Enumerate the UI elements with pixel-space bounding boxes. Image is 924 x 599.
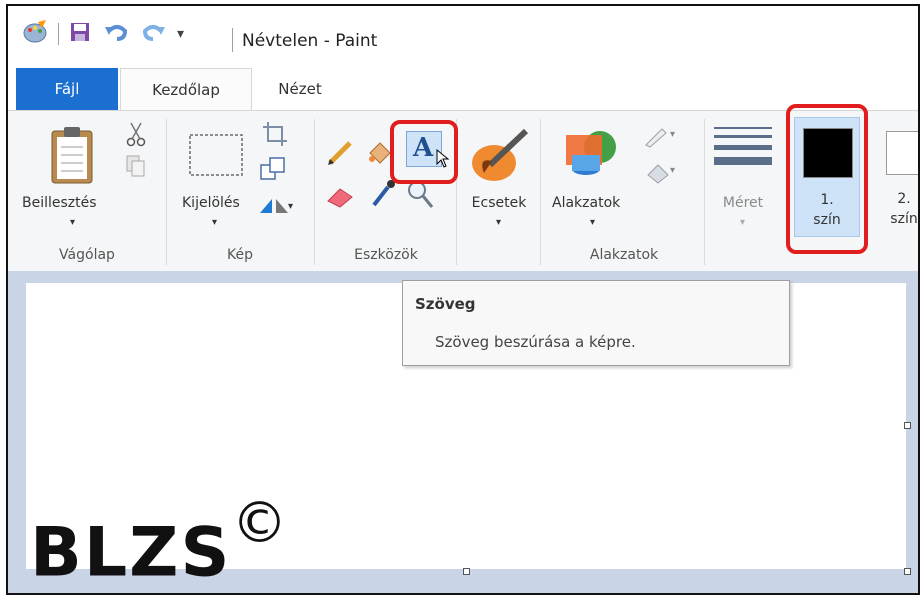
shapes-label: Alakzatok [552,195,621,211]
tooltip-title: Szöveg [415,295,476,313]
highlight-text-tool [390,120,458,184]
color2-label-word: szín [890,211,918,227]
group-separator [314,119,315,265]
resize-handle-corner[interactable] [904,568,911,575]
shapes-icon [560,125,622,191]
group-label-shapes: Alakzatok [589,247,659,263]
group-label-clipboard: Vágólap [59,247,115,263]
save-icon[interactable] [69,21,91,47]
select-button[interactable]: Kijelölés ▾ [172,119,262,237]
magnifier-icon[interactable] [406,179,434,213]
copyright-symbol: © [231,491,290,556]
outline-icon[interactable]: ▾ [644,125,680,153]
paste-dropdown-icon: ▾ [70,217,76,228]
size-label: Méret [722,195,764,211]
select-dropdown-icon: ▾ [212,217,218,228]
resize-handle-bottom[interactable] [463,568,470,575]
copy-icon[interactable] [126,155,146,181]
title-separator [232,28,233,52]
brushes-label: Ecsetek [471,195,527,211]
resize-icon[interactable] [260,157,286,185]
group-separator [166,119,167,265]
paste-button[interactable]: Beillesztés ▾ [14,119,114,237]
group-separator [704,119,705,265]
svg-text:▾: ▾ [670,129,675,140]
selection-rectangle-icon [188,133,244,181]
cut-icon[interactable] [126,121,146,151]
brushes-dropdown-icon: ▾ [496,217,502,228]
size-dropdown-icon: ▾ [740,217,746,228]
clipboard-icon [50,125,94,189]
ribbon-tabs: Fájl Kezdőlap Nézet [8,68,918,111]
tooltip-description: Szöveg beszúrása a képre. [435,333,636,351]
watermark-letters: BLZS [30,513,232,593]
fill-icon[interactable]: ▾ [644,161,680,189]
paint-app-icon[interactable] [22,20,48,48]
tooltip-text-tool: Szöveg Szöveg beszúrása a képre. [402,280,790,366]
color2-button[interactable]: 2. szín [876,117,918,237]
ribbon: Beillesztés ▾ Vágólap Kijelölés ▾ ▾ Kép … [8,110,918,272]
pencil-icon[interactable] [326,139,354,171]
shapes-button[interactable]: Alakzatok ▾ [546,119,646,237]
tab-view[interactable]: Nézet [260,68,340,110]
title-bar: ▾ Névtelen - Paint [8,6,918,68]
eraser-icon[interactable] [326,183,356,213]
brush-icon [468,127,530,191]
rotate-icon[interactable]: ▾ [258,193,294,221]
tab-file[interactable]: Fájl [16,68,118,110]
tab-home[interactable]: Kezdőlap [120,68,252,111]
color2-swatch [886,131,918,175]
shapes-dropdown-icon: ▾ [590,217,596,228]
svg-text:▾: ▾ [288,201,293,212]
svg-text:▾: ▾ [670,165,675,176]
watermark-text: BLZS© [30,496,289,588]
window-title: Névtelen - Paint [242,31,378,51]
select-label: Kijelölés [182,195,240,211]
undo-icon[interactable] [103,21,129,47]
line-size-icon [712,125,774,179]
color2-label-number: 2. [897,191,911,207]
resize-handle-right[interactable] [904,422,911,429]
brushes-button[interactable]: Ecsetek ▾ [462,119,536,237]
customize-qat-icon[interactable]: ▾ [177,26,184,42]
crop-icon[interactable] [262,121,288,151]
highlight-color1 [786,104,868,254]
redo-icon[interactable] [141,21,167,47]
paste-label: Beillesztés [22,195,97,211]
quick-access-toolbar: ▾ [22,20,184,48]
group-label-image: Kép [227,247,253,263]
group-label-tools: Eszközök [354,247,418,263]
color-picker-icon[interactable] [370,179,396,213]
qat-separator [58,23,59,45]
size-button[interactable]: Méret ▾ [708,119,780,237]
paint-window: ▾ Névtelen - Paint Fájl Kezdőlap Nézet B… [6,4,920,595]
group-separator [540,119,541,265]
